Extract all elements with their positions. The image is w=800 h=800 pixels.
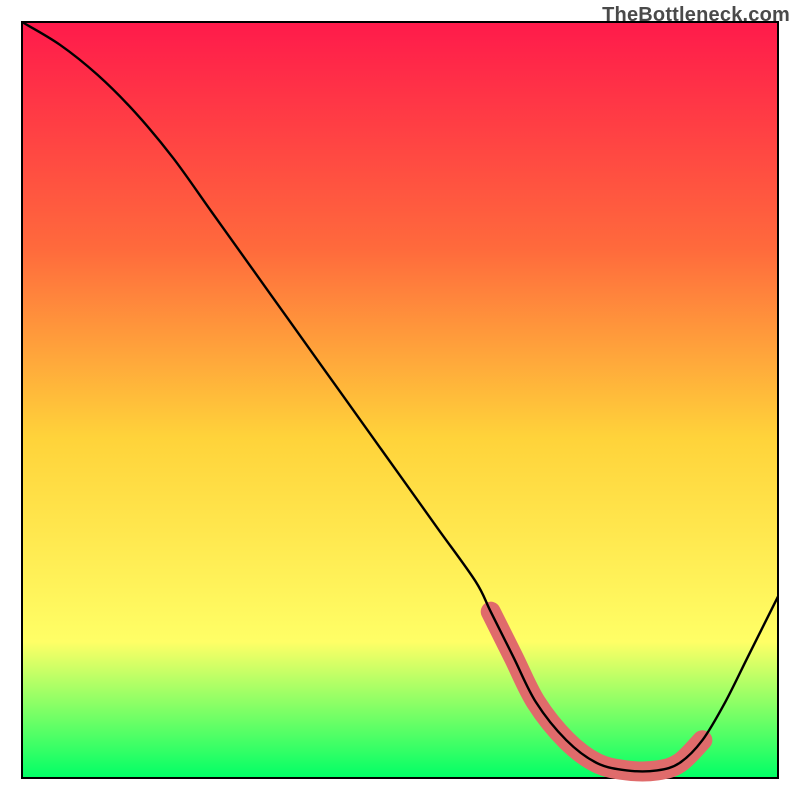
watermark-text: TheBottleneck.com [602, 4, 790, 27]
chart-container: TheBottleneck.com [0, 0, 800, 800]
plot-area [22, 22, 778, 778]
bottleneck-chart [0, 0, 800, 800]
